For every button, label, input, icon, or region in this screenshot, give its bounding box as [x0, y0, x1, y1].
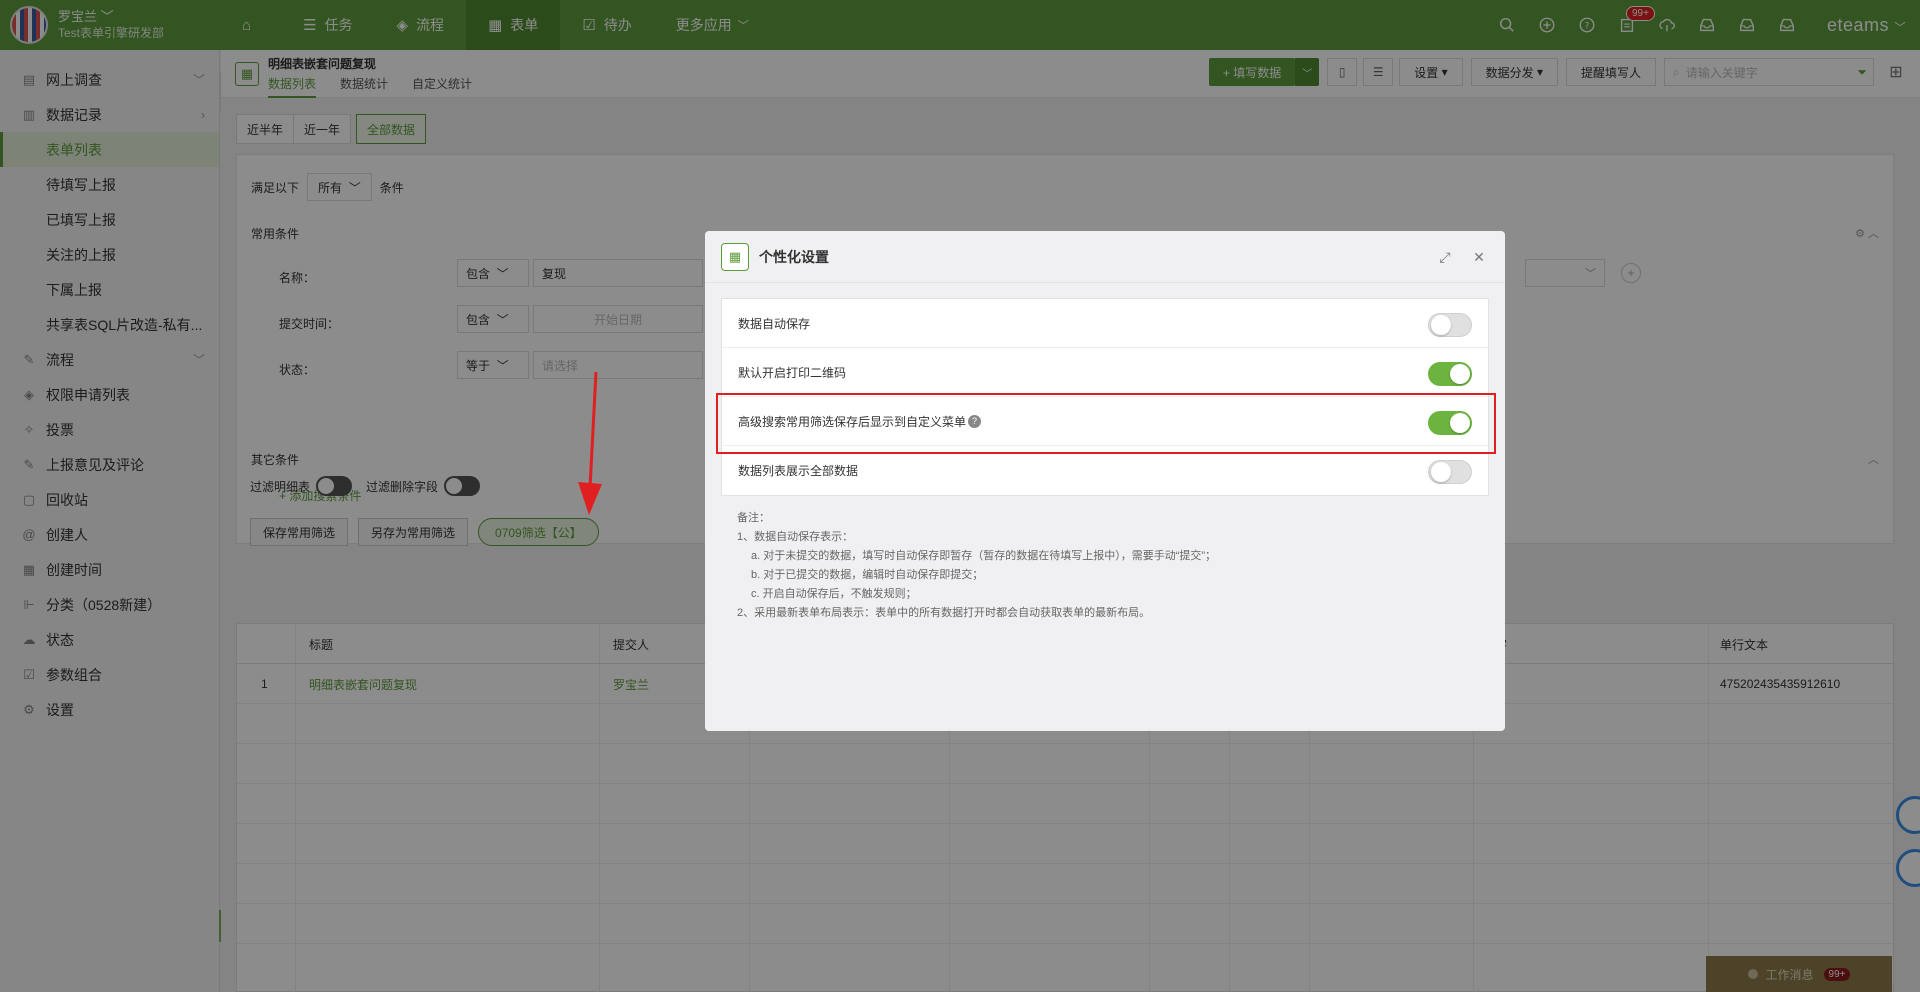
note-line: 1、数据自动保存表示：	[737, 531, 854, 543]
setting-print-qrcode: 默认开启打印二维码	[722, 348, 1488, 397]
modal-header: ▦ 个性化设置 ⤢ ✕	[705, 231, 1505, 283]
note-line: b. 对于已提交的数据，编辑时自动保存即提交；	[751, 569, 984, 581]
red-arrow-annotation	[578, 371, 602, 515]
red-highlight-box	[716, 393, 1496, 454]
auto-save-switch[interactable]	[1428, 313, 1472, 337]
note-line: a. 对于未提交的数据，填写时自动保存即暂存（暂存的数据在待填写上报中），需要手…	[751, 550, 1217, 562]
note-line: 2、采用最新表单布局表示：表单中的所有数据打开时都会自动获取表单的最新布局。	[737, 607, 1151, 619]
note-line: c. 开启自动保存后，不触发规则；	[751, 588, 917, 600]
table-icon: ▦	[721, 242, 749, 271]
modal-title: 个性化设置	[759, 248, 829, 265]
note-line: 备注：	[737, 512, 770, 524]
close-icon[interactable]: ✕	[1469, 247, 1489, 267]
notes: 备注： 1、数据自动保存表示： a. 对于未提交的数据，填写时自动保存即暂存（暂…	[737, 509, 1216, 623]
setting-auto-save: 数据自动保存	[722, 299, 1488, 348]
personalize-settings-modal: ▦ 个性化设置 ⤢ ✕ 数据自动保存 默认开启打印二维码 高级搜索常用筛选保存后…	[705, 231, 1505, 731]
print-qrcode-switch[interactable]	[1428, 362, 1472, 386]
show-all-data-switch[interactable]	[1428, 460, 1472, 484]
expand-icon[interactable]: ⤢	[1435, 247, 1455, 267]
